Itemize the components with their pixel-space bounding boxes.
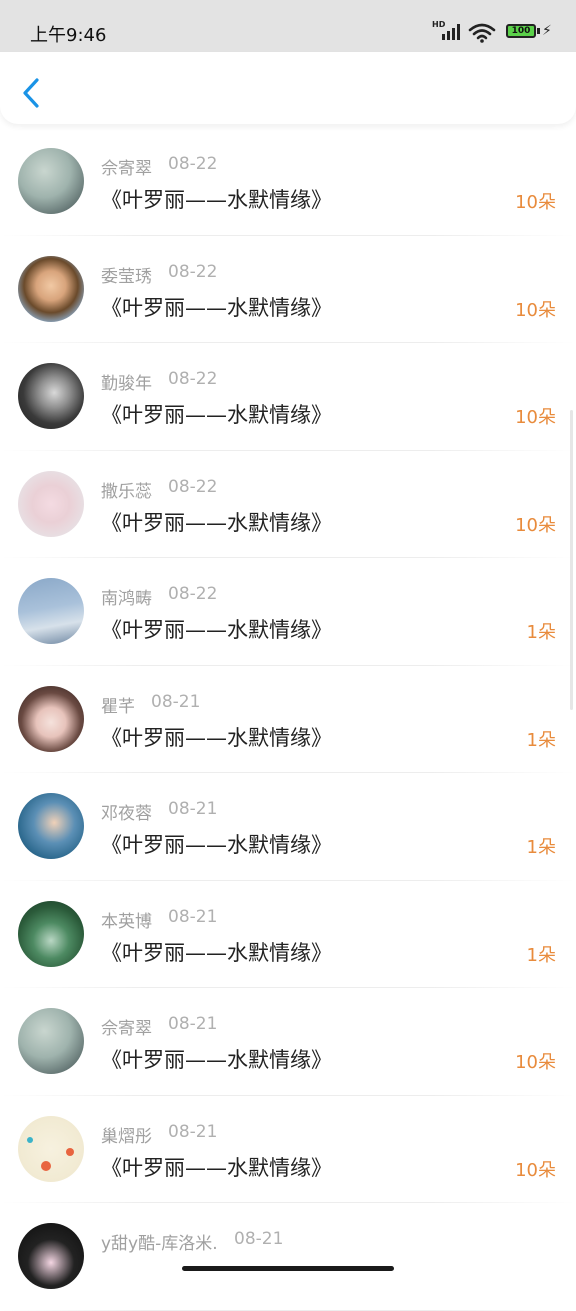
gift-list: 佘寄翠 08-22 《叶罗丽——水默情缘》 10朵 委莹琇 08-22 《叶罗丽——水默情缘…: [0, 128, 576, 1311]
date-label: 08-22: [168, 261, 218, 282]
flower-count: 1朵: [526, 837, 556, 858]
date-label: 08-21: [151, 691, 201, 712]
chevron-left-icon: [23, 78, 39, 108]
divider: [0, 1309, 576, 1311]
flower-count: 1朵: [526, 944, 556, 966]
list-item[interactable]: 佘寄翠 08-21 《叶罗丽——水默情缘》 10朵: [0, 988, 576, 1096]
user-name[interactable]: y甜y酷-库洛米.: [101, 1229, 218, 1254]
user-name[interactable]: 瞿芊: [101, 692, 135, 717]
list-item[interactable]: 委莹琇 08-22 《叶罗丽——水默情缘》 10朵: [0, 236, 576, 343]
list-item[interactable]: 南鸿畴 08-22 《叶罗丽——水默情缘》 1朵: [0, 558, 576, 666]
flower-count: 1朵: [526, 622, 556, 643]
date-label: 08-22: [168, 369, 218, 389]
date-label: 08-21: [168, 1014, 218, 1034]
work-title: 《叶罗丽——水默情缘》: [101, 188, 332, 212]
work-title: 《叶罗丽——水默情缘》: [101, 618, 332, 642]
flower-count: 1朵: [526, 729, 556, 751]
avatar[interactable]: [18, 1223, 84, 1289]
flower-count: 10朵: [515, 299, 556, 321]
avatar[interactable]: [18, 578, 84, 644]
home-indicator[interactable]: [182, 1266, 394, 1271]
charging-icon: ⚡: [542, 23, 552, 39]
battery-cap: [537, 28, 540, 34]
flower-count: 10朵: [515, 1159, 556, 1181]
user-name[interactable]: 佘寄翠: [101, 154, 152, 179]
avatar[interactable]: [18, 900, 84, 967]
date-label: 08-21: [168, 799, 218, 819]
flower-count: 10朵: [515, 407, 556, 428]
avatar[interactable]: [18, 1115, 84, 1182]
date-label: 08-21: [234, 1229, 284, 1249]
avatar[interactable]: [18, 470, 84, 537]
user-name[interactable]: 邓夜蓉: [101, 799, 152, 824]
status-time: 上午9:46: [30, 25, 107, 46]
user-name[interactable]: 撒乐蕊: [101, 477, 152, 502]
status-bar: 上午9:46 HD 100 ⚡: [0, 0, 576, 52]
work-title: 《叶罗丽——水默情缘》: [101, 403, 332, 427]
user-name[interactable]: 南鸿畴: [101, 584, 152, 609]
work-title: 《叶罗丽——水默情缘》: [101, 1048, 332, 1072]
list-item[interactable]: 撒乐蕊 08-22 《叶罗丽——水默情缘》 10朵: [0, 451, 576, 558]
user-name[interactable]: 本英博: [101, 907, 152, 932]
list-item[interactable]: 邓夜蓉 08-21 《叶罗丽——水默情缘》 1朵: [0, 773, 576, 881]
list-item[interactable]: y甜y酷-库洛米. 08-21: [0, 1203, 576, 1311]
avatar[interactable]: [18, 1008, 84, 1074]
date-label: 08-22: [168, 154, 218, 174]
battery-icon: 100: [506, 24, 536, 38]
user-name[interactable]: 巢熠彤: [101, 1122, 152, 1147]
back-button[interactable]: [16, 76, 46, 110]
work-title: 《叶罗丽——水默情缘》: [101, 940, 332, 965]
list-item[interactable]: 佘寄翠 08-22 《叶罗丽——水默情缘》 10朵: [0, 128, 576, 236]
user-name[interactable]: 委莹琇: [101, 262, 152, 287]
avatar[interactable]: [18, 148, 84, 214]
list-item[interactable]: 勤骏年 08-22 《叶罗丽——水默情缘》 10朵: [0, 343, 576, 451]
date-label: 08-22: [168, 584, 218, 604]
date-label: 08-22: [168, 476, 218, 497]
avatar[interactable]: [18, 363, 84, 429]
work-title: 《叶罗丽——水默情缘》: [101, 510, 332, 535]
date-label: 08-21: [168, 1121, 218, 1142]
signal-icon: [442, 24, 460, 40]
header-bar: [0, 52, 576, 124]
user-name[interactable]: 勤骏年: [101, 369, 152, 394]
battery-level: 100: [511, 26, 531, 36]
wifi-icon: [468, 23, 496, 43]
flower-count: 10朵: [515, 1052, 556, 1073]
avatar[interactable]: [18, 685, 84, 752]
list-item[interactable]: 巢熠彤 08-21 《叶罗丽——水默情缘》 10朵: [0, 1096, 576, 1203]
work-title: 《叶罗丽——水默情缘》: [101, 833, 332, 857]
work-title: 《叶罗丽——水默情缘》: [101, 1155, 332, 1180]
work-title: 《叶罗丽——水默情缘》: [101, 725, 332, 750]
flower-count: 10朵: [515, 514, 556, 536]
work-title: 《叶罗丽——水默情缘》: [101, 295, 332, 320]
avatar[interactable]: [18, 793, 84, 859]
avatar[interactable]: [18, 255, 84, 322]
flower-count: 10朵: [515, 192, 556, 213]
list-item[interactable]: 瞿芊 08-21 《叶罗丽——水默情缘》 1朵: [0, 666, 576, 773]
user-name[interactable]: 佘寄翠: [101, 1014, 152, 1039]
date-label: 08-21: [168, 906, 218, 927]
list-item[interactable]: 本英博 08-21 《叶罗丽——水默情缘》 1朵: [0, 881, 576, 988]
